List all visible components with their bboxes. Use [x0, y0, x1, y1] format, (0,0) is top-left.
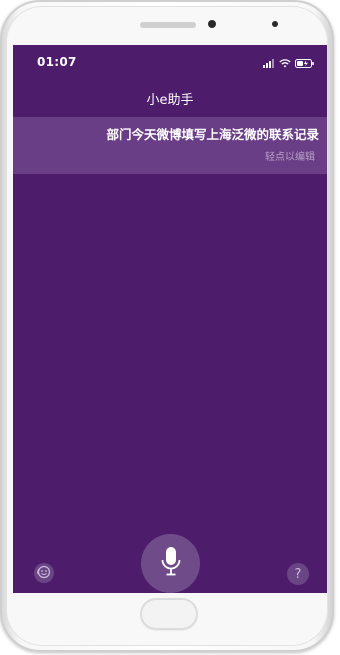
edit-hint: 轻点以编辑: [265, 152, 315, 163]
status-bar: 01:07: [13, 45, 327, 79]
phone-frame: 01:07 小e助手 部门今天微博填写上海泛微的联系记录 轻点以编辑 ?: [0, 0, 334, 652]
utterance-text[interactable]: 部门今天微博填写上海泛微的联系记录: [106, 124, 319, 143]
app-screen: 01:07 小e助手 部门今天微博填写上海泛微的联系记录 轻点以编辑 ?: [13, 45, 327, 593]
assistant-face-icon: [37, 564, 51, 583]
page-title: 小e助手: [146, 93, 194, 108]
battery-icon: [295, 53, 315, 72]
front-camera: [208, 20, 216, 28]
help-icon: ?: [294, 566, 302, 582]
assistant-face-button[interactable]: [34, 563, 54, 583]
utterance-panel[interactable]: 部门今天微博填写上海泛微的联系记录 轻点以编辑: [13, 117, 327, 174]
home-button[interactable]: [140, 598, 198, 630]
microphone-button[interactable]: [141, 534, 200, 593]
microphone-icon: [160, 546, 182, 582]
proximity-sensor: [272, 21, 278, 27]
earpiece: [140, 22, 196, 28]
status-time: 01:07: [37, 55, 77, 69]
help-button[interactable]: ?: [287, 563, 309, 585]
signal-icon: [263, 53, 275, 72]
status-icons: [263, 56, 315, 68]
wifi-icon: [279, 53, 291, 72]
